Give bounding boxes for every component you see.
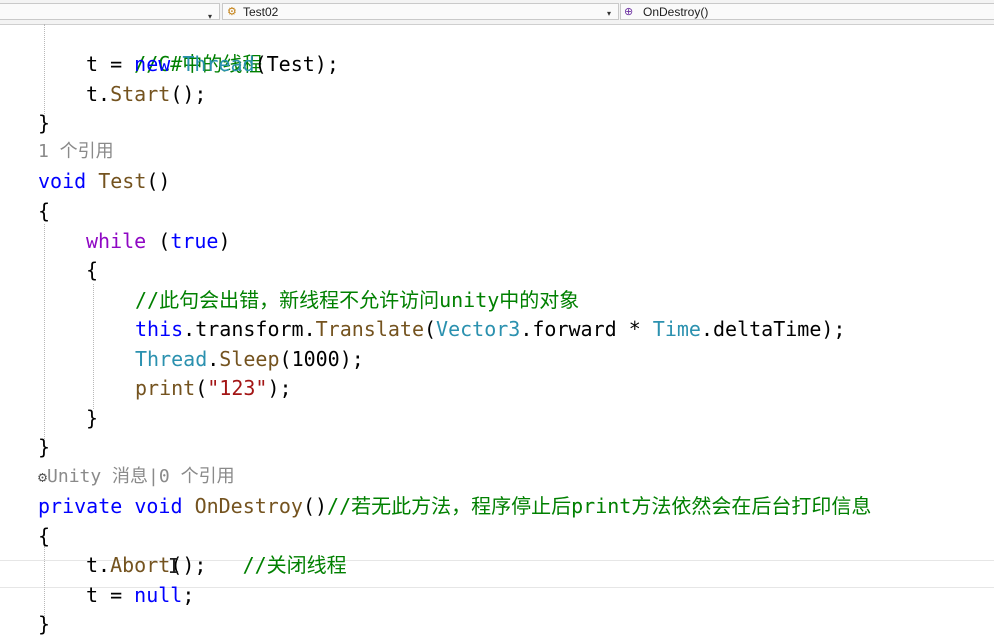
chevron-down-icon: ▾ xyxy=(607,9,612,18)
text-cursor-ibeam: I xyxy=(168,554,181,578)
type-name: Time xyxy=(652,317,701,341)
code-text: . xyxy=(207,347,220,371)
keyword: private xyxy=(38,494,123,518)
brace: { xyxy=(38,524,51,548)
method-name: Test xyxy=(98,169,147,193)
method-name: Abort xyxy=(110,553,171,577)
method-icon: ⊕ xyxy=(624,6,634,18)
method-name: print xyxy=(135,376,196,400)
keyword: true xyxy=(170,229,219,253)
code-line: { xyxy=(38,521,50,551)
code-text: t = xyxy=(86,52,135,76)
code-line: t = null; xyxy=(86,580,194,610)
keyword: null xyxy=(134,583,183,607)
keyword: void xyxy=(38,169,87,193)
codelens-reference[interactable]: ⚙Unity 消息|0 个引用 xyxy=(38,462,235,492)
method-name: Start xyxy=(110,82,171,106)
keyword: new xyxy=(134,52,171,76)
indent-guide xyxy=(44,224,45,439)
code-line: } xyxy=(38,609,50,639)
keyword: this xyxy=(135,317,184,341)
brace: } xyxy=(38,111,51,135)
comment: //此句会出错，新线程不允许访问unity中的对象 xyxy=(135,288,580,312)
code-line: { xyxy=(86,255,98,285)
method-name: Sleep xyxy=(219,347,280,371)
code-text: ); xyxy=(339,347,364,371)
code-text: .forward * xyxy=(520,317,653,341)
code-line: void Test() xyxy=(38,166,170,196)
unity-icon: ⚙ xyxy=(38,468,48,486)
method-name: OnDestroy() xyxy=(643,5,709,19)
brace: { xyxy=(86,258,99,282)
number-literal: 1000 xyxy=(291,347,340,371)
code-line: while (true) xyxy=(86,226,231,256)
brace: } xyxy=(38,612,51,636)
code-text: (); xyxy=(170,82,207,106)
keyword: while xyxy=(86,229,147,253)
code-text: ) xyxy=(218,229,231,253)
comment: //关闭线程 xyxy=(242,553,347,577)
code-line: } xyxy=(86,403,98,433)
code-text: ( xyxy=(279,347,292,371)
brace: } xyxy=(86,406,99,430)
code-text: (Test); xyxy=(254,52,339,76)
code-text: ( xyxy=(146,229,171,253)
code-text: t = xyxy=(86,583,135,607)
indent-guide xyxy=(44,24,45,116)
code-line: this.transform.Translate(Vector3.forward… xyxy=(135,314,845,344)
indent-guide xyxy=(93,284,94,409)
code-line: //此句会出错，新线程不允许访问unity中的对象 xyxy=(135,285,579,315)
code-text: t. xyxy=(86,82,111,106)
code-editor[interactable]: //C#中的线程 t = new Thread(Test); t.Start()… xyxy=(0,24,994,637)
reference-count[interactable]: 1 个引用 xyxy=(38,141,114,162)
method-name: Translate xyxy=(315,317,424,341)
code-line: Thread.Sleep(1000); xyxy=(135,344,364,374)
code-text: ); xyxy=(267,376,292,400)
reference-count[interactable]: Unity 消息|0 个引用 xyxy=(47,466,235,487)
code-text: .deltaTime); xyxy=(700,317,846,341)
code-text: () xyxy=(146,169,171,193)
code-line: t = new Thread(Test); xyxy=(86,49,339,79)
code-text: ( xyxy=(195,376,208,400)
code-text: ; xyxy=(182,583,195,607)
member-dropdown[interactable]: ⊕ OnDestroy() xyxy=(620,3,994,20)
code-line: { xyxy=(38,196,50,226)
codelens-reference[interactable]: 1 个引用 xyxy=(38,137,114,167)
code-line: //C#中的线程 xyxy=(86,19,262,76)
code-text: .transform. xyxy=(183,317,316,341)
method-name: OnDestroy xyxy=(194,494,303,518)
type-name: Thread xyxy=(182,52,255,76)
project-dropdown[interactable]: ▾ xyxy=(0,3,220,21)
code-text: (); xyxy=(170,553,243,577)
code-line: private void OnDestroy()//若无此方法，程序停止后pri… xyxy=(38,491,871,521)
keyword: void xyxy=(134,494,183,518)
code-text: ( xyxy=(424,317,437,341)
comment: //若无此方法，程序停止后print方法依然会在后台打印信息 xyxy=(327,494,872,518)
type-name: Thread xyxy=(135,347,208,371)
code-line: } xyxy=(38,108,50,138)
brace: { xyxy=(38,199,51,223)
code-line: t.Start(); xyxy=(86,79,206,109)
code-line: } xyxy=(38,432,50,462)
code-line: t.Abort(); //关闭线程 xyxy=(86,550,347,580)
string-literal: "123" xyxy=(207,376,268,400)
code-line: print("123"); xyxy=(135,373,292,403)
code-text: () xyxy=(302,494,328,518)
type-dropdown[interactable]: ⚙ Test02 ▾ xyxy=(222,3,619,20)
code-text: t. xyxy=(86,553,111,577)
type-name: Vector3 xyxy=(436,317,521,341)
brace: } xyxy=(38,435,51,459)
